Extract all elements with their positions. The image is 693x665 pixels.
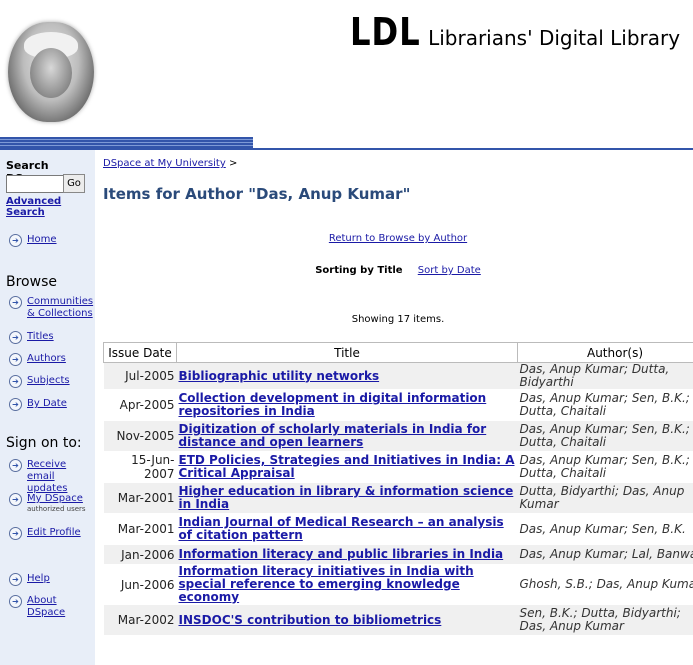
authors-link[interactable]: Authors: [27, 353, 66, 365]
arrow-bullet-icon: ➔: [9, 353, 22, 366]
item-title-link[interactable]: Higher education in library & informatio…: [179, 484, 514, 511]
sorting-row: Sorting by Title Sort by Date: [103, 265, 693, 276]
advanced-search-link[interactable]: Advanced Search: [6, 196, 95, 218]
arrow-bullet-icon: ➔: [9, 234, 22, 247]
item-authors: Das, Anup Kumar; Sen, B.K.; Dutta, Chaita…: [517, 451, 693, 483]
table-row: Mar-2002 INSDOC'S contribution to biblio…: [103, 604, 693, 636]
browse-heading: Browse: [6, 274, 57, 290]
table-row: Jun-2006 Information literacy initiative…: [103, 564, 693, 605]
table-row: Apr-2005 Collection development in digit…: [103, 389, 693, 421]
edit-profile-link[interactable]: Edit Profile: [27, 527, 81, 539]
subjects-link[interactable]: Subjects: [27, 375, 70, 387]
item-title-link[interactable]: Information literacy initiatives in Indi…: [179, 564, 474, 604]
item-title-link[interactable]: Digitization of scholarly materials in I…: [179, 422, 487, 449]
breadcrumb: DSpace at My University >: [103, 158, 237, 169]
return-to-browse-link[interactable]: Return to Browse by Author: [329, 233, 467, 244]
arrow-bullet-icon: ➔: [9, 398, 22, 411]
item-title-link[interactable]: Information literacy and public librarie…: [179, 547, 504, 561]
arrow-bullet-icon: ➔: [9, 331, 22, 344]
sidebar-item-receive-email[interactable]: ➔ Receive email updates: [9, 459, 95, 495]
sidebar-item-edit-profile[interactable]: ➔ Edit Profile: [9, 527, 81, 540]
sidebar-item-authors[interactable]: ➔ Authors: [9, 353, 66, 366]
ldl-logo: LDL Librarians' Digital Library: [350, 10, 680, 54]
communities-link[interactable]: Communities & Collections: [27, 296, 93, 320]
item-title-link[interactable]: Collection development in digital inform…: [179, 391, 487, 418]
portrait-image: [8, 22, 94, 122]
col-title[interactable]: Title: [176, 342, 518, 363]
sidebar-item-my-dspace[interactable]: ➔ My DSpace authorized users: [9, 493, 86, 513]
sidebar-item-about[interactable]: ➔ About DSpace: [9, 595, 95, 619]
arrow-bullet-icon: ➔: [9, 573, 22, 586]
items-table: Issue Date Title Author(s) Jul-2005 Bibl…: [103, 342, 693, 636]
item-authors: Das, Anup Kumar; Lal, Banwar: [517, 544, 693, 565]
item-authors: Ghosh, S.B.; Das, Anup Kumar: [517, 564, 693, 605]
by-date-link[interactable]: By Date: [27, 398, 67, 410]
col-authors[interactable]: Author(s): [517, 342, 693, 363]
table-row: Jan-2006 Information literacy and public…: [103, 544, 693, 565]
titles-link[interactable]: Titles: [27, 331, 54, 343]
sidebar-item-help[interactable]: ➔ Help: [9, 573, 50, 586]
table-row: Mar-2001 Higher education in library & i…: [103, 482, 693, 514]
item-authors: Das, Anup Kumar; Sen, B.K.; Dutta, Chaita…: [517, 389, 693, 421]
arrow-bullet-icon: ➔: [9, 493, 22, 506]
items-count: Showing 17 items.: [351, 314, 445, 325]
sort-by-date-link[interactable]: Sort by Date: [418, 265, 481, 276]
logo-text: Librarians' Digital Library: [428, 26, 681, 50]
item-authors: Das, Anup Kumar; Sen, B.K.: [517, 513, 693, 545]
issue-date: Mar-2001: [103, 513, 177, 545]
header-divider: [0, 148, 693, 150]
issue-date: Mar-2001: [103, 482, 177, 514]
signon-heading: Sign on to:: [6, 435, 82, 451]
item-title-link[interactable]: ETD Policies, Strategies and Initiatives…: [179, 453, 515, 480]
issue-date: Jan-2006: [103, 544, 177, 565]
col-issue-date[interactable]: Issue Date: [103, 342, 177, 363]
table-row: 15-Jun-2007 ETD Policies, Strategies and…: [103, 451, 693, 483]
table-row: Mar-2001 Indian Journal of Medical Resea…: [103, 513, 693, 545]
table-header-row: Issue Date Title Author(s): [103, 342, 693, 363]
table-row: Jul-2005 Bibliographic utility networks …: [103, 362, 693, 390]
issue-date: Nov-2005: [103, 420, 177, 452]
authorized-users-note: authorized users: [27, 505, 86, 513]
sidebar-item-home[interactable]: ➔ Home: [9, 234, 57, 247]
issue-date: Mar-2002: [103, 604, 177, 636]
arrow-bullet-icon: ➔: [9, 459, 22, 472]
arrow-bullet-icon: ➔: [9, 527, 22, 540]
logo-mark: LDL: [350, 10, 421, 54]
sidebar-item-titles[interactable]: ➔ Titles: [9, 331, 54, 344]
page-header: LDL Librarians' Digital Library: [0, 0, 693, 150]
sorting-label: Sorting by Title: [315, 265, 403, 276]
home-link[interactable]: Home: [27, 234, 57, 246]
sidebar-item-communities[interactable]: ➔ Communities & Collections: [9, 296, 93, 320]
about-link[interactable]: About DSpace: [27, 595, 95, 619]
arrow-bullet-icon: ➔: [9, 296, 22, 309]
sidebar-item-by-date[interactable]: ➔ By Date: [9, 398, 67, 411]
item-authors: Sen, B.K.; Dutta, Bidyarthi; Das, Anup Ku…: [517, 604, 693, 636]
return-row: Return to Browse by Author: [103, 233, 693, 244]
page-title: Items for Author "Das, Anup Kumar": [103, 185, 411, 203]
arrow-bullet-icon: ➔: [9, 375, 22, 388]
issue-date: Jul-2005: [103, 362, 177, 390]
receive-email-link[interactable]: Receive email updates: [27, 459, 95, 495]
my-dspace-link[interactable]: My DSpace: [27, 493, 83, 504]
breadcrumb-link[interactable]: DSpace at My University: [103, 158, 226, 169]
search-input[interactable]: [6, 175, 64, 193]
breadcrumb-separator: >: [228, 158, 238, 169]
help-link[interactable]: Help: [27, 573, 50, 585]
issue-date: Jun-2006: [103, 564, 177, 605]
go-button[interactable]: Go: [63, 174, 85, 193]
sidebar-item-subjects[interactable]: ➔ Subjects: [9, 375, 70, 388]
item-title-link[interactable]: Indian Journal of Medical Research – an …: [179, 515, 504, 542]
item-authors: Das, Anup Kumar; Dutta, Bidyarthi: [517, 362, 693, 390]
sidebar: Search DSpace Go Advanced Search ➔ Home …: [0, 150, 95, 665]
item-authors: Das, Anup Kumar; Sen, B.K.; Dutta, Chaita…: [517, 420, 693, 452]
issue-date: Apr-2005: [103, 389, 177, 421]
arrow-bullet-icon: ➔: [9, 595, 22, 608]
item-title-link[interactable]: Bibliographic utility networks: [179, 369, 380, 383]
item-title-link[interactable]: INSDOC'S contribution to bibliometrics: [179, 613, 442, 627]
table-row: Nov-2005 Digitization of scholarly mater…: [103, 420, 693, 452]
issue-date: 15-Jun-2007: [103, 451, 177, 483]
item-authors: Dutta, Bidyarthi; Das, Anup Kumar: [517, 482, 693, 514]
